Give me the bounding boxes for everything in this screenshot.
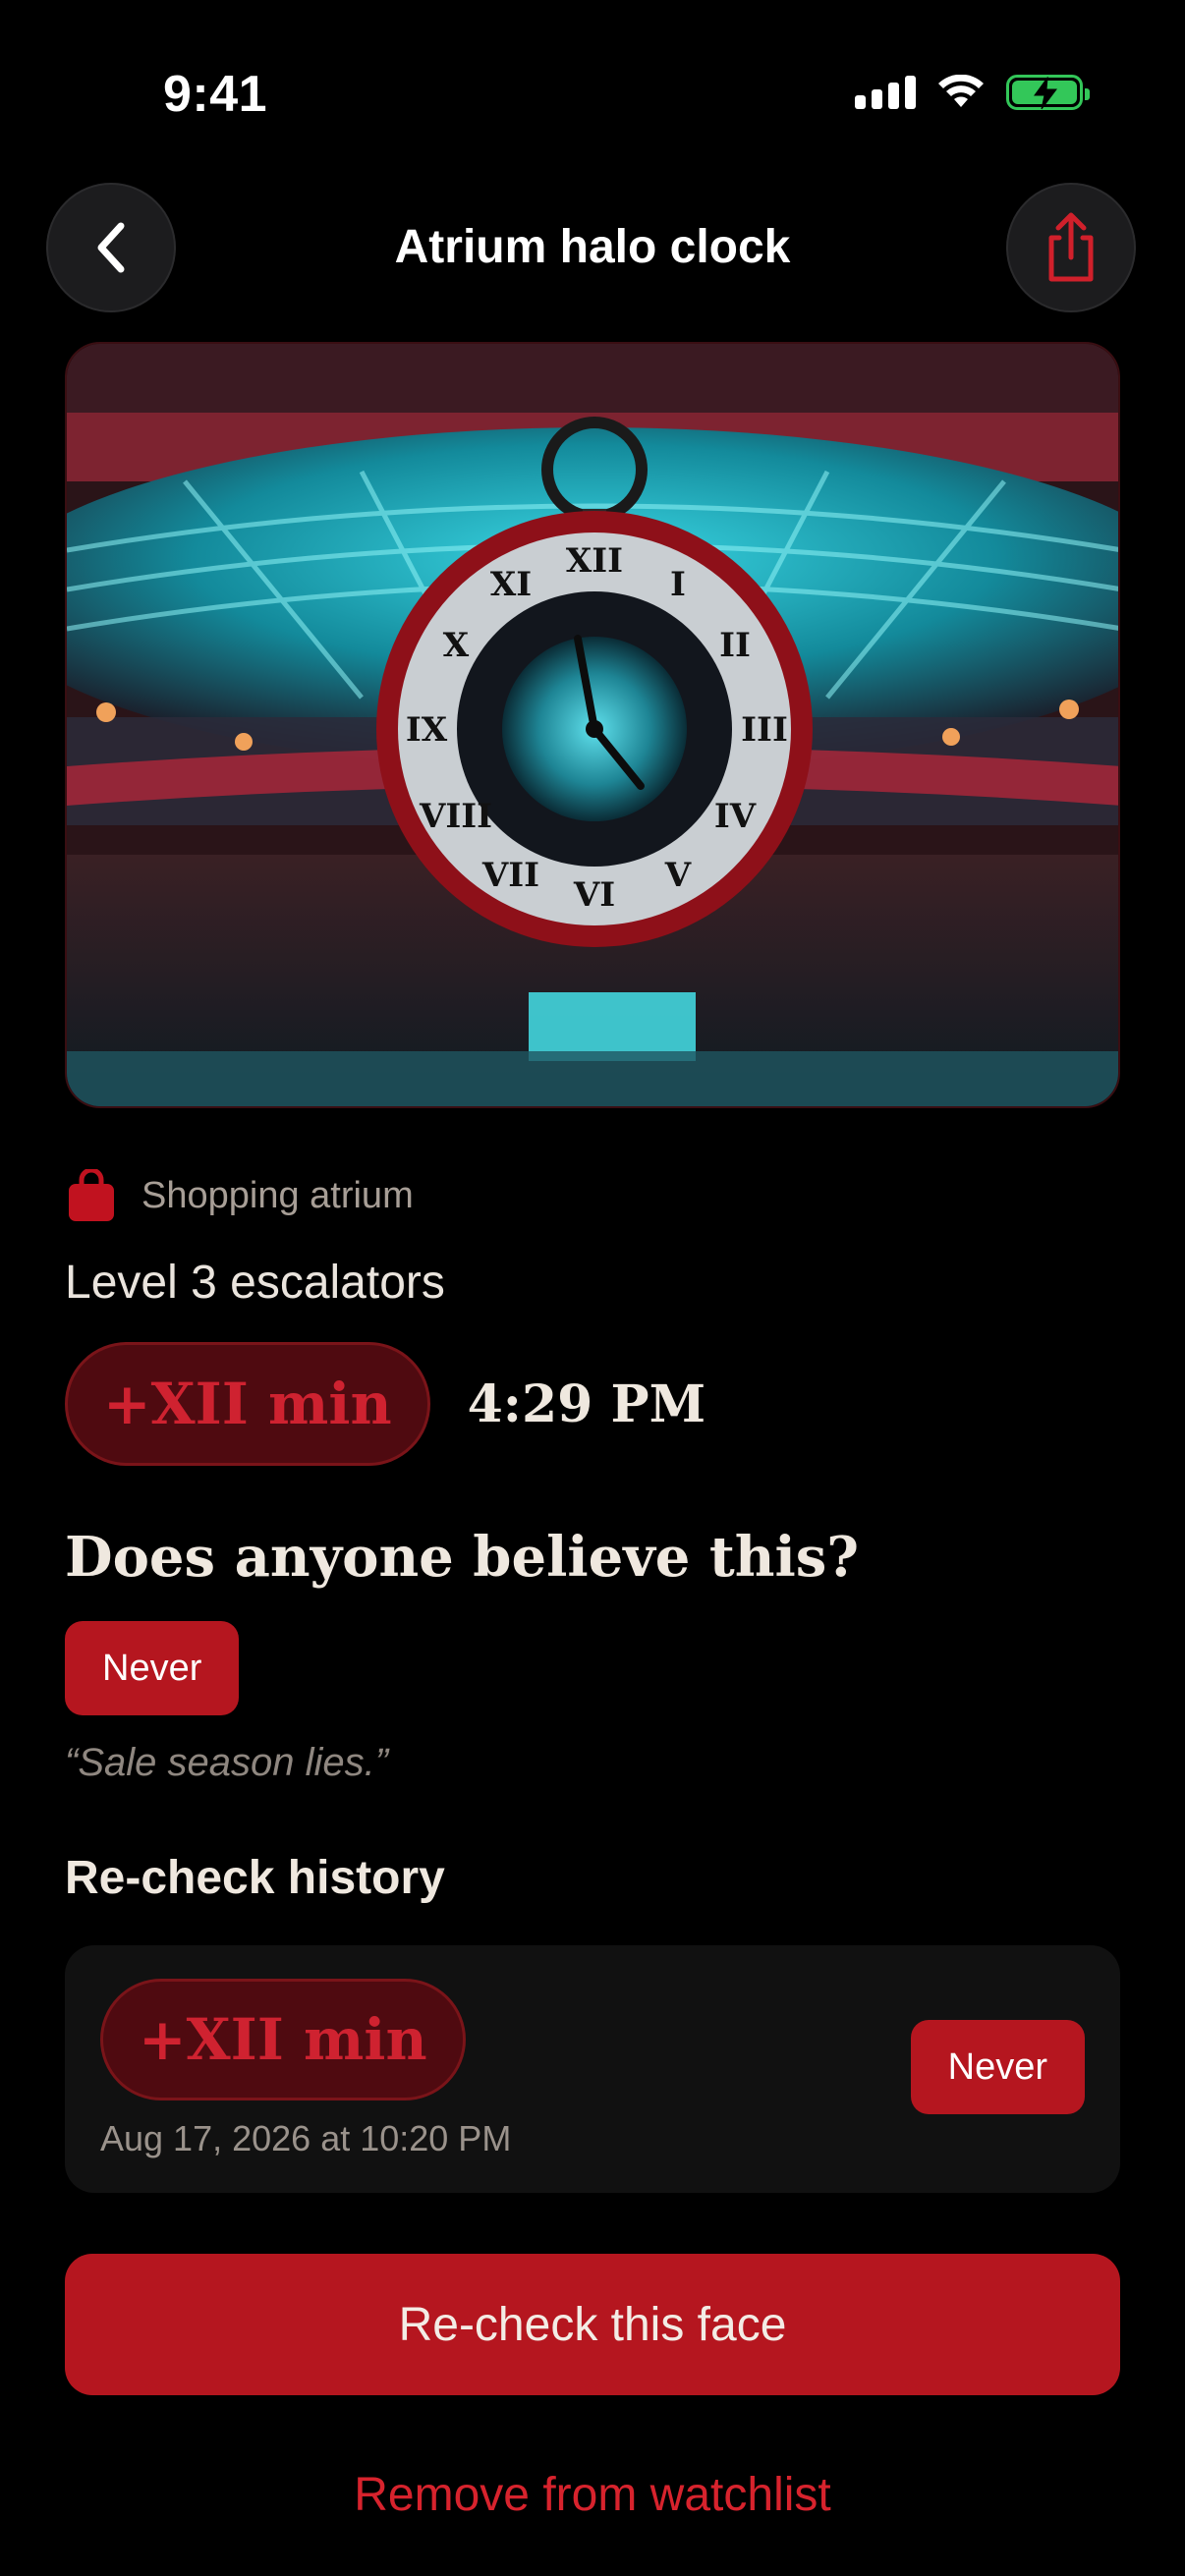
svg-text:II: II bbox=[719, 626, 751, 665]
svg-text:IV: IV bbox=[714, 797, 757, 836]
recheck-button[interactable]: Re-check this face bbox=[65, 2254, 1120, 2395]
clock-time: 4:29 PM bbox=[467, 1373, 706, 1434]
history-entry: +XII min Aug 17, 2026 at 10:20 PM Never bbox=[65, 1945, 1120, 2193]
verdict-quote: “Sale season lies.” bbox=[65, 1741, 389, 1784]
clock-photo: XII VI IX III I XI II X IV VIII V VII bbox=[65, 342, 1120, 1108]
belief-question: Does anyone believe this? bbox=[65, 1525, 860, 1590]
verdict-badge[interactable]: Never bbox=[65, 1621, 240, 1715]
svg-text:VIII: VIII bbox=[419, 797, 492, 836]
history-title: Re-check history bbox=[65, 1852, 445, 1904]
svg-text:VII: VII bbox=[481, 856, 539, 895]
remove-from-watchlist-link[interactable]: Remove from watchlist bbox=[0, 2468, 1185, 2522]
category-label: Shopping atrium bbox=[141, 1174, 414, 1216]
svg-text:I: I bbox=[670, 565, 686, 604]
share-icon bbox=[1048, 212, 1094, 282]
svg-text:V: V bbox=[664, 856, 692, 895]
svg-text:VI: VI bbox=[573, 875, 615, 915]
drift-badge: +XII min bbox=[65, 1342, 430, 1466]
status-bar: 9:41 bbox=[0, 0, 1185, 187]
svg-text:XI: XI bbox=[490, 565, 532, 604]
svg-text:III: III bbox=[741, 710, 788, 750]
signal-icon bbox=[855, 76, 916, 109]
svg-text:IX: IX bbox=[406, 710, 448, 750]
history-drift-badge: +XII min bbox=[100, 1979, 466, 2100]
shopping-bag-icon bbox=[69, 1169, 114, 1221]
history-verdict-badge: Never bbox=[910, 2020, 1085, 2114]
location-label: Level 3 escalators bbox=[65, 1257, 445, 1309]
drift-row: +XII min 4:29 PM bbox=[65, 1342, 705, 1466]
svg-text:XII: XII bbox=[566, 541, 623, 581]
share-button[interactable] bbox=[1006, 183, 1136, 312]
svg-text:X: X bbox=[443, 626, 470, 665]
status-time: 9:41 bbox=[163, 66, 268, 123]
category-row: Shopping atrium bbox=[67, 1169, 414, 1222]
history-date: Aug 17, 2026 at 10:20 PM bbox=[100, 2118, 512, 2158]
wifi-icon bbox=[938, 75, 984, 107]
status-icons bbox=[855, 75, 1090, 110]
battery-charging-icon bbox=[1006, 75, 1090, 110]
